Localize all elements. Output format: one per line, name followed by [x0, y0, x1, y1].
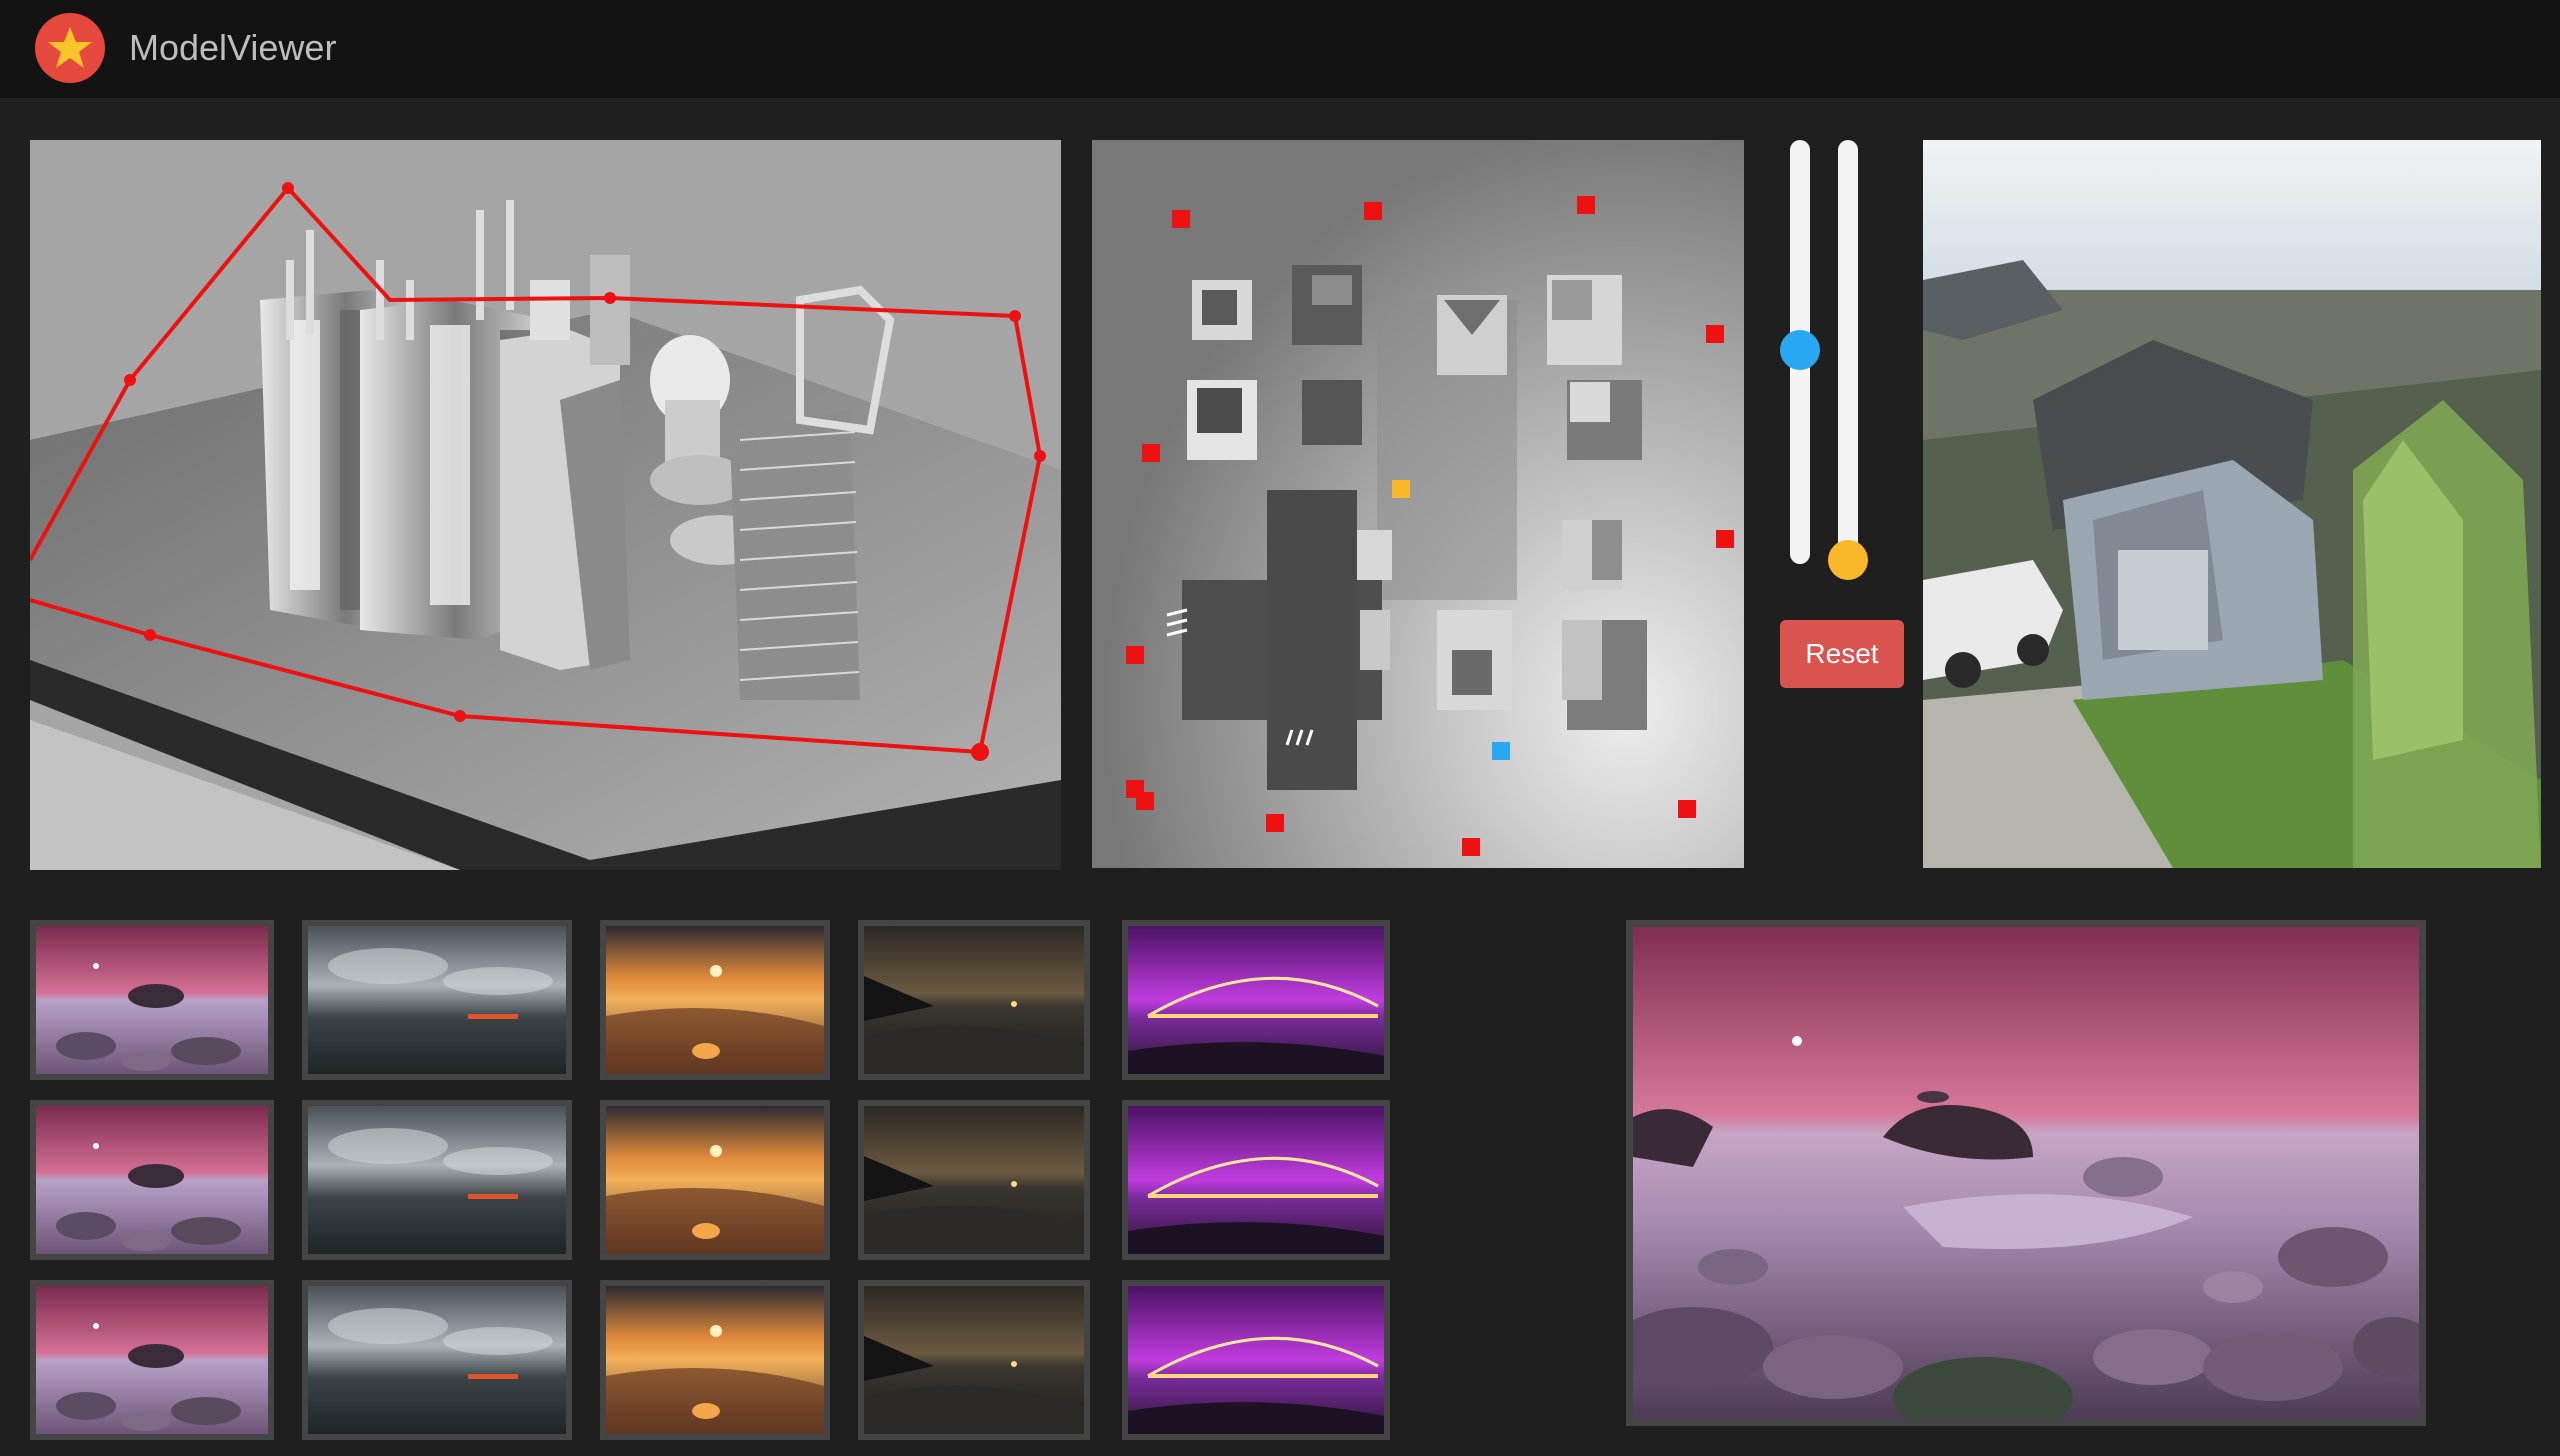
- slider-a-thumb[interactable]: [1780, 330, 1820, 370]
- thumbnail-pink-beach-sunset[interactable]: [30, 1100, 274, 1260]
- slider-b-track[interactable]: [1838, 140, 1858, 564]
- selected-image-preview: [1626, 920, 2426, 1426]
- app-title: ModelViewer: [129, 27, 337, 68]
- star-icon: [48, 27, 92, 68]
- thumbnail-purple-bridge-night[interactable]: [1122, 1280, 1390, 1440]
- thumbnail-pink-beach-sunset[interactable]: [30, 920, 274, 1080]
- thumbnail-stormy-sea[interactable]: [302, 1280, 572, 1440]
- slider-b-thumb[interactable]: [1828, 540, 1868, 580]
- thumbnail-purple-bridge-night[interactable]: [1122, 1100, 1390, 1260]
- app-logo[interactable]: [35, 13, 105, 83]
- app-header: ModelViewer: [0, 0, 2560, 98]
- thumbnail-dusk-coastline[interactable]: [858, 1280, 1090, 1440]
- polygon-vertex[interactable]: [454, 710, 466, 722]
- top-down-viewport[interactable]: [1092, 140, 1744, 868]
- thumbnail-orange-sunset-shore[interactable]: [600, 920, 830, 1080]
- polygon-vertex[interactable]: [604, 292, 616, 304]
- camera-marker[interactable]: [1392, 480, 1410, 498]
- perspective-viewport[interactable]: [30, 140, 1061, 870]
- thumbnail-dusk-coastline[interactable]: [858, 1100, 1090, 1260]
- camera-view-image: [1923, 140, 2541, 868]
- polygon-vertex[interactable]: [971, 743, 989, 761]
- polygon-vertex[interactable]: [144, 629, 156, 641]
- polygon-vertex[interactable]: [282, 182, 294, 194]
- thumbnail-orange-sunset-shore[interactable]: [600, 1100, 830, 1260]
- polygon-vertex[interactable]: [1034, 450, 1046, 462]
- slider-group: [1770, 138, 1910, 698]
- polygon-vertex[interactable]: [1009, 310, 1021, 322]
- thumbnail-pink-beach-sunset[interactable]: [30, 1280, 274, 1440]
- thumbnail-orange-sunset-shore[interactable]: [600, 1280, 830, 1440]
- thumbnail-dusk-coastline[interactable]: [858, 920, 1090, 1080]
- target-marker[interactable]: [1492, 742, 1510, 760]
- polygon-vertex[interactable]: [124, 374, 136, 386]
- thumbnail-stormy-sea[interactable]: [302, 1100, 572, 1260]
- thumbnail-stormy-sea[interactable]: [302, 920, 572, 1080]
- thumbnail-purple-bridge-night[interactable]: [1122, 920, 1390, 1080]
- reset-button[interactable]: Reset: [1780, 620, 1904, 688]
